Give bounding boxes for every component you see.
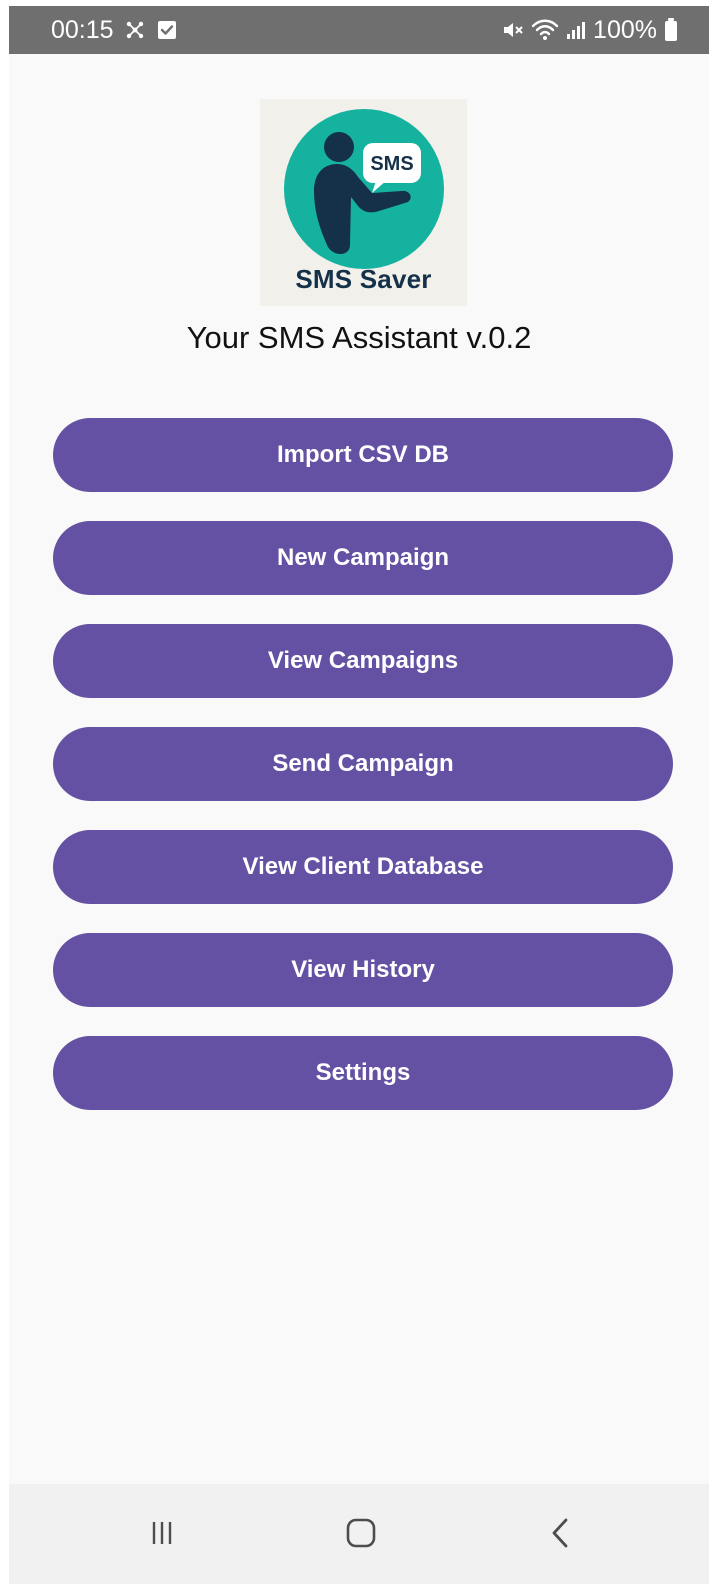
mute-icon	[501, 18, 525, 42]
back-icon	[546, 1516, 574, 1555]
connection-icon	[124, 19, 146, 41]
app-screen: 00:15 100% SMS SMS Saver Your SMS Assist…	[9, 6, 709, 1584]
settings-button[interactable]: Settings	[53, 1036, 673, 1110]
app-logo: SMS SMS Saver	[260, 99, 467, 306]
send-campaign-button[interactable]: Send Campaign	[53, 727, 673, 801]
logo-circle: SMS	[284, 109, 444, 269]
view-history-button[interactable]: View History	[53, 933, 673, 1007]
status-bar: 00:15 100%	[9, 6, 709, 54]
status-left: 00:15	[51, 6, 178, 54]
android-navigation-bar	[9, 1484, 709, 1584]
recent-apps-icon	[147, 1518, 177, 1553]
wifi-icon	[531, 18, 559, 42]
home-button[interactable]	[334, 1508, 388, 1562]
main-menu: Import CSV DB New Campaign View Campaign…	[53, 418, 673, 1139]
status-time: 00:15	[51, 15, 114, 44]
view-campaigns-button[interactable]: View Campaigns	[53, 624, 673, 698]
recent-apps-button[interactable]	[135, 1508, 189, 1562]
checkbox-notification-icon	[156, 19, 178, 41]
view-client-database-button[interactable]: View Client Database	[53, 830, 673, 904]
logo-bubble-text: SMS	[370, 153, 413, 175]
back-button[interactable]	[533, 1508, 587, 1562]
signal-icon	[565, 19, 587, 41]
status-right: 100%	[501, 6, 679, 54]
new-campaign-button[interactable]: New Campaign	[53, 521, 673, 595]
battery-icon	[663, 17, 679, 43]
logo-app-name: SMS Saver	[295, 264, 432, 294]
battery-percentage: 100%	[593, 15, 657, 44]
import-csv-db-button[interactable]: Import CSV DB	[53, 418, 673, 492]
page-subtitle: Your SMS Assistant v.0.2	[186, 320, 532, 355]
home-icon	[344, 1516, 378, 1555]
